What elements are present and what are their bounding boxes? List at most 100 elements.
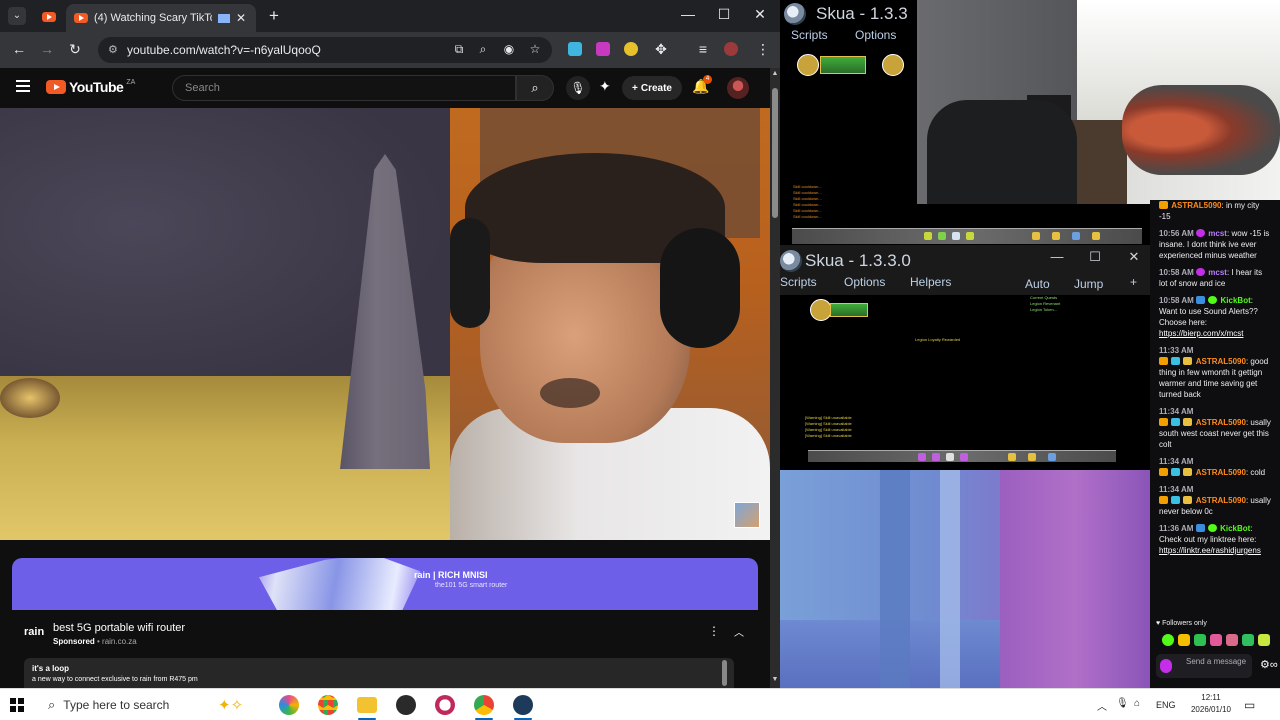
chat-link[interactable]: https://bierp.com/x/mcst (1159, 329, 1243, 338)
game-action-bar-bottom[interactable] (808, 450, 1116, 462)
emote-icon[interactable] (1226, 634, 1238, 646)
site-info-icon[interactable]: ⚙ (108, 43, 118, 56)
game-action-bar[interactable] (792, 228, 1142, 244)
ad-banner[interactable]: rain | RICH MNISI the101 5G smart router (12, 558, 758, 610)
skua-menu-helpers[interactable]: Helpers (910, 275, 951, 289)
chat-username[interactable]: KickBot (1221, 296, 1251, 305)
skua-add-tab[interactable]: + (1130, 275, 1137, 289)
tab-active[interactable]: (4) Watching Scary TikToks ✕ (66, 4, 256, 32)
skua-menu-options-top[interactable]: Options (855, 28, 896, 42)
extensions-puzzle-icon[interactable]: ✥ (652, 41, 670, 58)
file-explorer-icon[interactable] (357, 697, 377, 713)
skua-taskbar-icon[interactable] (513, 695, 533, 715)
notifications-icon[interactable]: ▭ (1244, 698, 1255, 712)
page-scrollbar[interactable]: ▲ ▼ (770, 68, 780, 688)
skua-menu-jump[interactable]: Jump (1074, 277, 1103, 291)
microphone-icon[interactable] (1160, 659, 1172, 673)
cast-icon[interactable]: ✦ (599, 78, 611, 95)
youtube-logo[interactable]: YouTube ZA (46, 79, 135, 95)
chevron-up-icon[interactable]: ︿ (734, 624, 744, 639)
chat-settings-icon[interactable]: ⚙∞ (1260, 658, 1278, 671)
video-player[interactable] (0, 108, 770, 540)
back-arrow-icon[interactable]: ← (10, 41, 28, 57)
skua-menu-options[interactable]: Options (844, 275, 885, 289)
skua-menu-auto[interactable]: Auto (1025, 277, 1050, 291)
emote-icon[interactable] (1210, 634, 1222, 646)
ad-title[interactable]: best 5G portable wifi router (53, 622, 185, 634)
search-highlight-icon[interactable]: ✦✧ (218, 696, 243, 714)
chat-link[interactable]: https://linktr.ee/rashidjurgens (1159, 546, 1261, 555)
windows-start-icon[interactable] (10, 698, 24, 712)
chat-username[interactable]: mcst (1208, 268, 1227, 277)
chat-username[interactable]: ASTRAL5090 (1196, 468, 1246, 477)
language-indicator[interactable]: ENG (1156, 700, 1176, 710)
create-button[interactable]: + Create (622, 76, 682, 100)
emote-icon[interactable] (1162, 634, 1174, 646)
emote-icon[interactable] (1194, 634, 1206, 646)
badge-icon (1171, 496, 1181, 504)
taskbar-clock[interactable]: 12:11 2026/01/10 (1190, 692, 1232, 716)
minimize-button[interactable]: — (673, 6, 703, 22)
address-url[interactable]: youtube.com/watch?v=-n6yalUqooQ (127, 43, 321, 57)
maximize-button[interactable]: ☐ (709, 6, 739, 23)
forward-arrow-icon[interactable]: → (38, 41, 56, 57)
microphone-icon[interactable]: 🎙 (566, 76, 590, 100)
close-button[interactable]: ✕ (745, 6, 775, 23)
zoom-icon[interactable]: ⌕ (474, 42, 492, 57)
microphone-tray-icon[interactable]: 🎙 (1116, 698, 1129, 709)
chat-username[interactable]: ASTRAL5090 (1171, 201, 1221, 210)
channel-watermark[interactable] (734, 502, 760, 528)
player-portrait (797, 54, 819, 76)
chat-username[interactable]: mcst (1208, 229, 1227, 238)
ad-card-scrollbar[interactable] (722, 660, 727, 686)
tab-media-icon[interactable] (218, 13, 230, 23)
avatar[interactable] (727, 77, 749, 99)
game-view-bottom[interactable]: Current Quests Legion Revenant Legion To… (780, 295, 1150, 470)
chat-username[interactable]: ASTRAL5090 (1196, 418, 1246, 427)
ad-card[interactable]: it's a loop a new way to connect exclusi… (24, 658, 734, 688)
skua-menu-scripts-top[interactable]: Scripts (791, 28, 828, 42)
profile-avatar-icon[interactable] (724, 42, 738, 56)
chat-username[interactable]: ASTRAL5090 (1196, 496, 1246, 505)
bookmark-star-icon[interactable]: ☆ (526, 42, 544, 56)
media-controls-icon[interactable]: ≡ (694, 41, 712, 57)
emote-icon[interactable] (1178, 634, 1190, 646)
tab-close-icon[interactable]: ✕ (236, 11, 246, 25)
app-icon[interactable] (435, 695, 455, 715)
kick-badge-icon (1208, 296, 1218, 304)
youtube-search-input[interactable] (173, 76, 493, 100)
tracking-protection-icon[interactable]: ◉ (500, 42, 518, 56)
emote-icon[interactable] (1242, 634, 1254, 646)
reload-icon[interactable]: ↻ (66, 41, 84, 58)
obs-icon[interactable] (396, 695, 416, 715)
search-icon[interactable]: ⌕ (516, 75, 554, 101)
scroll-up-icon[interactable]: ▲ (770, 70, 780, 77)
show-hidden-icons-chevron-icon[interactable]: ︿ (1097, 698, 1107, 713)
chrome-profile-icon[interactable] (474, 695, 494, 715)
network-icon[interactable]: ⌂ (1134, 698, 1140, 709)
taskbar-search-input[interactable] (63, 698, 204, 712)
tab-pinned-youtube[interactable] (36, 6, 62, 28)
extension-2-icon[interactable] (596, 42, 610, 56)
scrollbar-thumb[interactable] (772, 88, 778, 218)
install-app-icon[interactable]: ⧉ (450, 42, 468, 57)
extension-1-icon[interactable] (568, 42, 582, 56)
new-tab-button[interactable]: + (264, 6, 284, 26)
extension-3-icon[interactable] (624, 42, 638, 56)
emote-icon[interactable] (1258, 634, 1270, 646)
tab-search-dropdown[interactable]: ⌄ (8, 7, 26, 25)
chat-username[interactable]: KickBot (1220, 524, 1250, 533)
skua-window-titlebar: Skua - 1.3.3.0 — ☐ ✕ Scripts Options Hel… (780, 245, 1150, 295)
address-bar[interactable]: ⚙ youtube.com/watch?v=-n6yalUqooQ ⧉ ⌕ ◉ … (98, 37, 552, 63)
skua-menu-scripts[interactable]: Scripts (780, 275, 817, 289)
copilot-icon[interactable] (279, 695, 299, 715)
hamburger-menu-icon[interactable] (16, 80, 30, 95)
ad-more-options-icon[interactable]: ⋮ (708, 624, 720, 638)
chat-username[interactable]: ASTRAL5090 (1196, 357, 1246, 366)
scroll-down-icon[interactable]: ▼ (770, 676, 780, 683)
skua-maximize-button[interactable]: ☐ (1085, 249, 1105, 265)
chrome-icon[interactable] (318, 695, 338, 715)
skua-minimize-button[interactable]: — (1047, 249, 1067, 264)
skua-close-button[interactable]: ✕ (1124, 249, 1144, 265)
browser-menu-icon[interactable]: ⋮ (754, 41, 772, 58)
